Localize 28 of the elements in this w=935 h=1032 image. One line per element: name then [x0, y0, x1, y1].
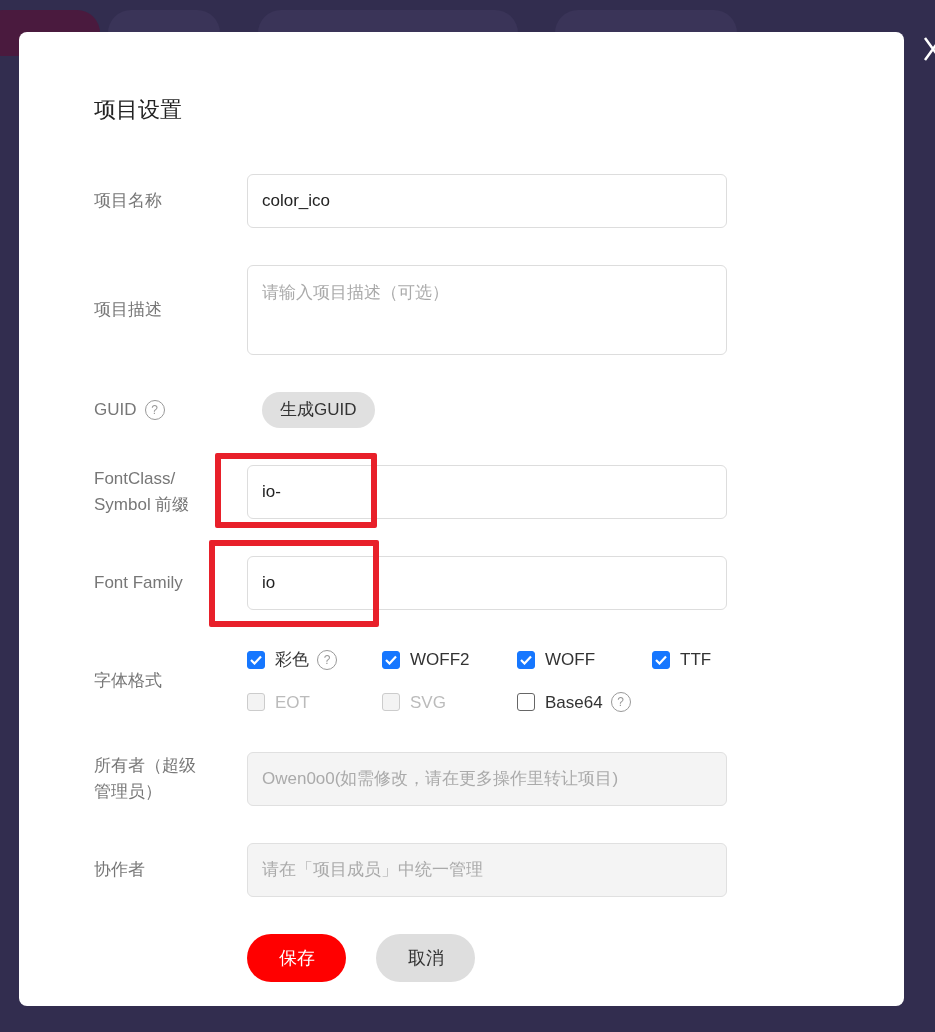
checkbox[interactable] [652, 650, 670, 669]
field-label: 字体格式 [94, 670, 162, 692]
field-label: Font Family [94, 572, 183, 594]
field-label: GUID [94, 399, 137, 421]
checkbox[interactable] [517, 650, 535, 669]
checkbox[interactable] [517, 693, 535, 712]
checkbox-label: TTF [680, 649, 712, 671]
field-label: 所有者（超级管理员） [94, 755, 197, 803]
checkbox-label: EOT [275, 691, 310, 714]
checkbox-label: WOFF2 [410, 649, 470, 671]
checkbox-label: SVG [410, 691, 446, 714]
input-field[interactable]: io [247, 556, 727, 610]
checkbox-label: Base64 [545, 691, 603, 714]
field-label: FontClass/ Symbol 前缀 [94, 468, 191, 516]
checkbox-label: 彩色 [275, 649, 309, 671]
checkbox[interactable] [382, 650, 400, 669]
textarea-field[interactable]: 请输入项目描述（可选） [247, 265, 727, 355]
checkbox[interactable] [247, 650, 265, 669]
generate-button[interactable]: 生成GUID [262, 392, 375, 428]
input-field[interactable]: color_ico [247, 174, 727, 228]
field-label: 项目描述 [94, 299, 162, 321]
field-label: 协作者 [94, 859, 145, 881]
dialog-title: 项目设置 [94, 96, 183, 124]
save-button[interactable]: 保存 [247, 934, 346, 982]
cancel-button[interactable]: 取消 [376, 934, 475, 982]
checkbox-label: WOFF [545, 649, 596, 671]
field-label: 项目名称 [94, 190, 162, 212]
input-field[interactable]: io- [247, 465, 727, 519]
